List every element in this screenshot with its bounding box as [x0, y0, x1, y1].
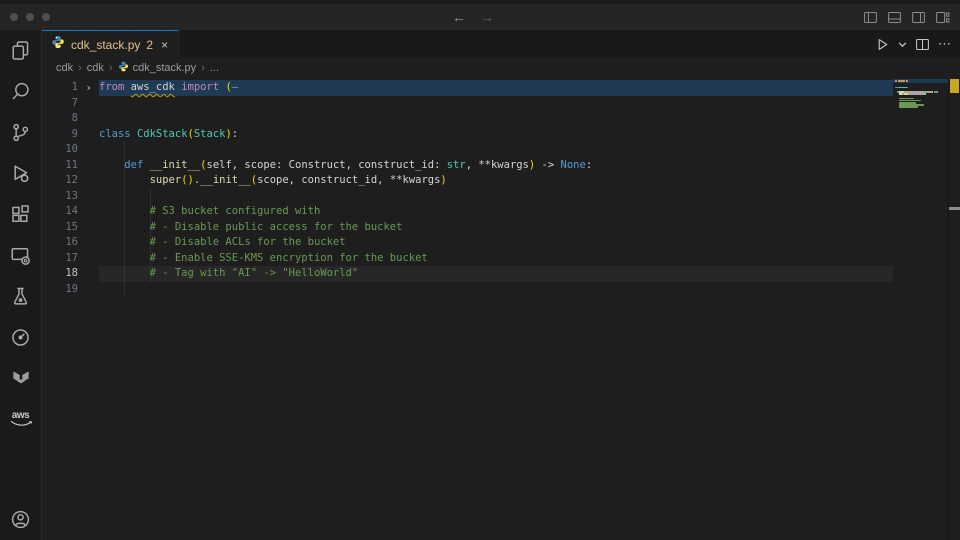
tab-badge: 2 [146, 38, 153, 52]
run-and-debug-icon[interactable] [0, 153, 42, 194]
navigate-back-icon[interactable]: ← [452, 10, 466, 24]
fold-gutter [78, 127, 99, 143]
customize-layout-icon[interactable] [935, 10, 950, 25]
minimap[interactable] [893, 78, 948, 298]
breadcrumbs: cdk › cdk › cdk_stack.py › ... [42, 58, 960, 78]
code-line[interactable]: 9class CdkStack(Stack): [42, 127, 960, 143]
fold-gutter [78, 142, 99, 158]
line-number: 19 [42, 282, 78, 298]
maximize-window-button[interactable] [42, 13, 50, 21]
titlebar: ← → [0, 0, 960, 30]
breadcrumb-file[interactable]: cdk_stack.py [118, 61, 197, 75]
more-actions-icon[interactable]: ⋯ [938, 36, 952, 52]
tab-cdk-stack[interactable]: cdk_stack.py 2 × [42, 30, 179, 58]
line-number: 10 [42, 142, 78, 158]
fold-gutter [78, 158, 99, 174]
fold-gutter [78, 251, 99, 267]
code-editor[interactable]: 1›from aws_cdk import (—789class CdkStac… [42, 78, 960, 540]
line-number: 18 [42, 266, 78, 282]
line-number: 15 [42, 220, 78, 236]
code-line[interactable]: 17 # - Enable SSE-KMS encryption for the… [42, 251, 960, 267]
code-line[interactable]: 13 [42, 189, 960, 205]
python-icon [51, 35, 65, 54]
navigate-forward-icon[interactable]: → [480, 10, 494, 24]
line-number: 13 [42, 189, 78, 205]
fold-gutter [78, 282, 99, 298]
fold-gutter [78, 220, 99, 236]
fold-gutter [78, 173, 99, 189]
fold-gutter [78, 235, 99, 251]
code-line[interactable]: 14 # S3 bucket configured with [42, 204, 960, 220]
breadcrumb-separator: › [201, 62, 205, 74]
run-dropdown-chevron-icon[interactable] [898, 40, 907, 49]
tab-close-icon[interactable]: × [161, 38, 168, 52]
circle-pointer-icon[interactable] [0, 317, 42, 358]
line-number: 8 [42, 111, 78, 127]
line-number: 1 [42, 80, 78, 96]
line-number: 16 [42, 235, 78, 251]
window-controls [10, 13, 50, 21]
fold-gutter [78, 266, 99, 282]
code-line[interactable]: 7 [42, 96, 960, 112]
code-line[interactable]: 19 [42, 282, 960, 298]
testing-flask-icon[interactable] [0, 276, 42, 317]
tab-bar: cdk_stack.py 2 × [42, 30, 960, 58]
fold-gutter [78, 204, 99, 220]
aws-icon[interactable]: aws [0, 399, 42, 440]
search-icon[interactable] [0, 71, 42, 112]
remote-explorer-icon[interactable] [0, 235, 42, 276]
aws-label: aws [12, 412, 29, 420]
ruler-warning-marker [950, 79, 959, 93]
code-line[interactable]: 11 def __init__(self, scope: Construct, … [42, 158, 960, 174]
code-lines: 1›from aws_cdk import (—789class CdkStac… [42, 80, 960, 297]
fold-gutter [78, 111, 99, 127]
line-number: 9 [42, 127, 78, 143]
run-python-file-icon[interactable] [875, 37, 890, 52]
fold-chevron-icon[interactable]: › [78, 80, 99, 96]
code-line[interactable]: 16 # - Disable ACLs for the bucket [42, 235, 960, 251]
breadcrumb-separator: › [78, 62, 82, 74]
line-number: 11 [42, 158, 78, 174]
breadcrumb-folder[interactable]: cdk [56, 62, 73, 74]
split-editor-icon[interactable] [915, 37, 930, 52]
code-line[interactable]: 15 # - Disable public access for the buc… [42, 220, 960, 236]
overview-ruler[interactable] [948, 78, 960, 540]
breadcrumb-symbol[interactable]: ... [210, 62, 219, 74]
source-control-icon[interactable] [0, 112, 42, 153]
history-navigation: ← → [452, 4, 494, 30]
breadcrumb-folder[interactable]: cdk [87, 62, 104, 74]
line-number: 17 [42, 251, 78, 267]
toggle-secondary-sidebar-icon[interactable] [911, 10, 926, 25]
tab-label: cdk_stack.py [71, 38, 140, 52]
line-number: 14 [42, 204, 78, 220]
explorer-icon[interactable] [0, 30, 42, 71]
minimize-window-button[interactable] [26, 13, 34, 21]
python-icon [118, 61, 129, 75]
code-line[interactable]: 12 super().__init__(scope, construct_id,… [42, 173, 960, 189]
code-line[interactable]: 8 [42, 111, 960, 127]
toggle-primary-sidebar-icon[interactable] [863, 10, 878, 25]
activity-bar: aws [0, 30, 42, 540]
extensions-icon[interactable] [0, 194, 42, 235]
code-line[interactable]: 18 # - Tag with "AI" -> "HelloWorld" [42, 266, 960, 282]
terraform-icon[interactable] [0, 358, 42, 399]
toggle-panel-icon[interactable] [887, 10, 902, 25]
ruler-cursor-marker [949, 207, 960, 210]
breadcrumb-separator: › [109, 62, 113, 74]
line-number: 12 [42, 173, 78, 189]
fold-gutter [78, 189, 99, 205]
vscode-window: ← → [0, 0, 960, 540]
code-line[interactable]: 10 [42, 142, 960, 158]
line-number: 7 [42, 96, 78, 112]
account-icon[interactable] [0, 499, 42, 540]
code-line[interactable]: 1›from aws_cdk import (— [42, 80, 960, 96]
close-window-button[interactable] [10, 13, 18, 21]
fold-gutter [78, 96, 99, 112]
